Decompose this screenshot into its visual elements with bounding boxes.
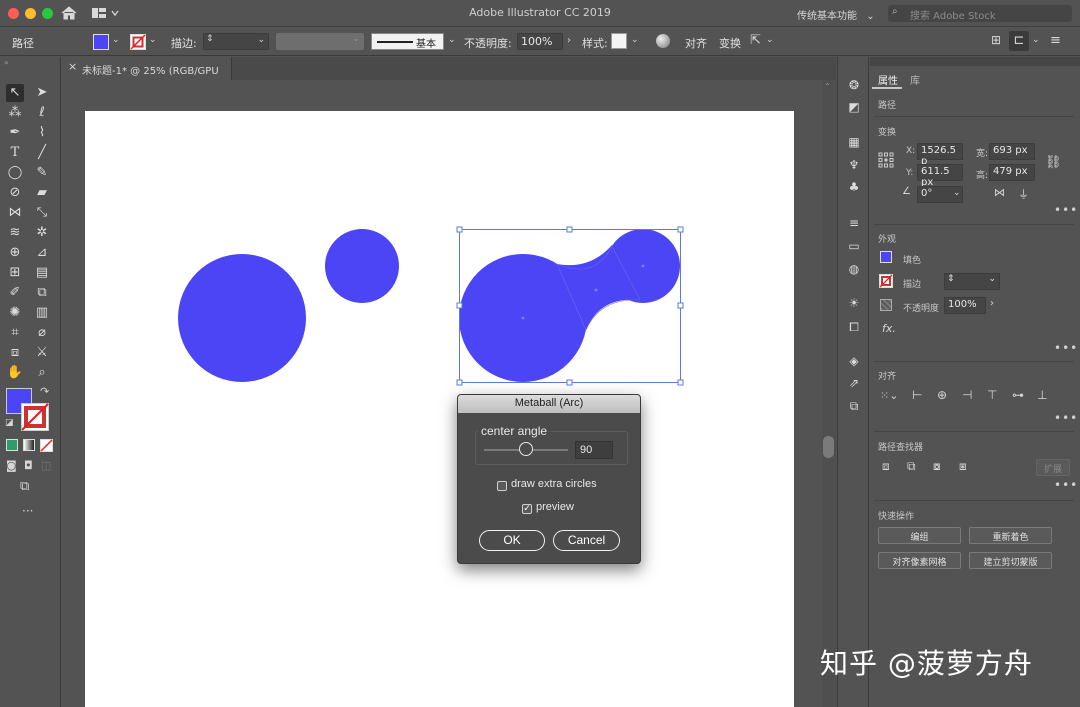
reference-point-icon[interactable] xyxy=(878,152,894,168)
align-center-v-icon[interactable]: ⊶ xyxy=(1012,388,1024,402)
transform-section-title: 变换 xyxy=(878,128,897,138)
width-label: 宽: xyxy=(976,149,989,159)
align-top-icon[interactable]: ⊤ xyxy=(987,388,997,402)
pathfinder-section-title: 路径查找器 xyxy=(878,443,924,453)
panel-header-strip xyxy=(870,57,1080,66)
layers-icon[interactable]: ◈ xyxy=(846,353,862,369)
panel-dock: ❂ ◩ ▦ ♆ ♣ ≡ ▭ ◍ ☀ ⧠ ◈ ⇗ ⧉ xyxy=(837,57,869,707)
gradient-panel-icon[interactable]: ◩ xyxy=(846,99,862,115)
constrain-proportions-icon[interactable]: ⛓ xyxy=(1045,155,1062,170)
divider xyxy=(874,224,1074,225)
symbols-icon[interactable]: ♣ xyxy=(846,179,862,195)
align-center-h-icon[interactable]: ⊕ xyxy=(937,388,947,402)
asset-export-icon[interactable]: ⇗ xyxy=(846,375,862,391)
color-guide-icon[interactable]: ❂ xyxy=(846,77,862,93)
appearance-icon[interactable]: ☀ xyxy=(846,295,862,311)
opacity-label: 不透明度 xyxy=(903,304,940,314)
more-options-icon[interactable]: ••• xyxy=(1054,411,1078,425)
chevron-up-icon[interactable]: ⌃ xyxy=(824,82,831,91)
divider xyxy=(874,431,1074,432)
chevron-down-icon[interactable]: ⌄ xyxy=(988,274,996,284)
recolor-button[interactable]: 重新着色 xyxy=(969,527,1052,544)
stroke-weight-field[interactable]: ⇕ ⌄ xyxy=(944,273,1000,290)
align-pixel-grid-button[interactable]: 对齐像素网格 xyxy=(878,552,961,569)
align-section-title: 对齐 xyxy=(878,372,897,382)
stroke-swatch[interactable] xyxy=(879,274,893,288)
height-label: 高: xyxy=(976,171,989,181)
unite-icon[interactable]: ⧈ xyxy=(882,459,890,474)
fill-swatch[interactable] xyxy=(880,251,892,263)
make-clipping-mask-button[interactable]: 建立剪切蒙版 xyxy=(969,552,1052,569)
rotate-icon: ∠ xyxy=(902,186,911,197)
angle-slider-thumb[interactable] xyxy=(519,442,533,456)
stroke-panel-icon[interactable]: ≡ xyxy=(846,215,862,231)
fx-icon[interactable]: fx. xyxy=(882,322,896,335)
minus-front-icon[interactable]: ⧉ xyxy=(907,459,916,474)
stroke-label: 描边 xyxy=(903,280,922,290)
artboards-icon[interactable]: ⧉ xyxy=(846,398,862,414)
width-field[interactable]: 693 px xyxy=(989,143,1035,160)
cancel-button[interactable]: Cancel xyxy=(553,530,620,551)
align-bottom-icon[interactable]: ⊥ xyxy=(1037,388,1047,402)
x-label: X: xyxy=(906,146,916,156)
flip-horizontal-icon[interactable]: ⋈ xyxy=(994,186,1005,199)
y-label: Y: xyxy=(906,168,914,178)
more-options-icon[interactable]: ••• xyxy=(1054,478,1078,492)
selection-type: 路径 xyxy=(878,101,897,111)
chevron-down-icon[interactable]: ⌄ xyxy=(953,188,961,198)
flip-vertical-icon[interactable]: ⏚ xyxy=(1018,186,1029,202)
expand-button[interactable]: 扩展 xyxy=(1036,459,1070,476)
y-field[interactable]: 611.5 px xyxy=(917,164,963,188)
fill-label: 填色 xyxy=(903,256,922,266)
graphic-styles-icon[interactable]: ⧠ xyxy=(846,319,862,335)
metaball-shape[interactable] xyxy=(459,229,680,382)
quick-actions-section-title: 快速操作 xyxy=(878,512,915,522)
transparency-icon[interactable]: ◍ xyxy=(846,261,862,277)
ok-button[interactable]: OK xyxy=(479,530,545,551)
dialog-title: Metaball (Arc) xyxy=(458,395,640,413)
appearance-section-title: 外观 xyxy=(878,235,897,245)
align-right-icon[interactable]: ⊣ xyxy=(962,388,972,402)
divider xyxy=(874,361,1074,362)
preview-checkbox[interactable]: ✓ xyxy=(522,504,532,514)
height-field[interactable]: 479 px xyxy=(989,164,1035,181)
image-trace-icon[interactable]: ▦ xyxy=(846,134,862,150)
angle-field[interactable]: 90 xyxy=(575,441,613,459)
brushes-icon[interactable]: ♆ xyxy=(846,157,862,173)
more-options-icon[interactable]: ••• xyxy=(1054,203,1078,217)
center-angle-label: center angle xyxy=(478,424,551,438)
vertical-scrollbar[interactable]: ⌃ xyxy=(822,80,836,707)
tab-properties[interactable]: 属性 xyxy=(878,72,898,87)
opacity-icon xyxy=(880,299,892,311)
small-circle[interactable] xyxy=(325,229,399,303)
divider xyxy=(874,500,1074,501)
scroll-thumb[interactable] xyxy=(823,436,834,458)
left-circle[interactable] xyxy=(178,254,306,382)
tab-libraries[interactable]: 库 xyxy=(910,72,920,87)
extra-circles-checkbox[interactable] xyxy=(497,481,507,491)
divider xyxy=(874,116,1074,117)
extra-circles-label: draw extra circles xyxy=(511,478,597,490)
exclude-icon[interactable]: ⧆ xyxy=(959,459,967,474)
metaball-dialog: Metaball (Arc) center angle 90 draw extr… xyxy=(457,394,641,564)
watermark-text: 知乎 @菠萝方舟 xyxy=(820,647,1033,680)
opacity-field[interactable]: 100% xyxy=(944,297,986,314)
preview-label: preview xyxy=(536,501,574,513)
more-options-icon[interactable]: ••• xyxy=(1054,341,1078,355)
chevron-right-icon[interactable]: › xyxy=(990,298,994,309)
intersect-icon[interactable]: ⧇ xyxy=(933,459,941,474)
stepper-icon[interactable]: ⇕ xyxy=(947,274,955,284)
align-left-icon[interactable]: ⊢ xyxy=(912,388,922,402)
align-to-icon[interactable]: ⁙⌄ xyxy=(880,389,898,402)
x-field[interactable]: 1526.5 p xyxy=(917,143,963,167)
gradient-icon[interactable]: ▭ xyxy=(846,238,862,254)
group-button[interactable]: 编组 xyxy=(878,527,961,544)
